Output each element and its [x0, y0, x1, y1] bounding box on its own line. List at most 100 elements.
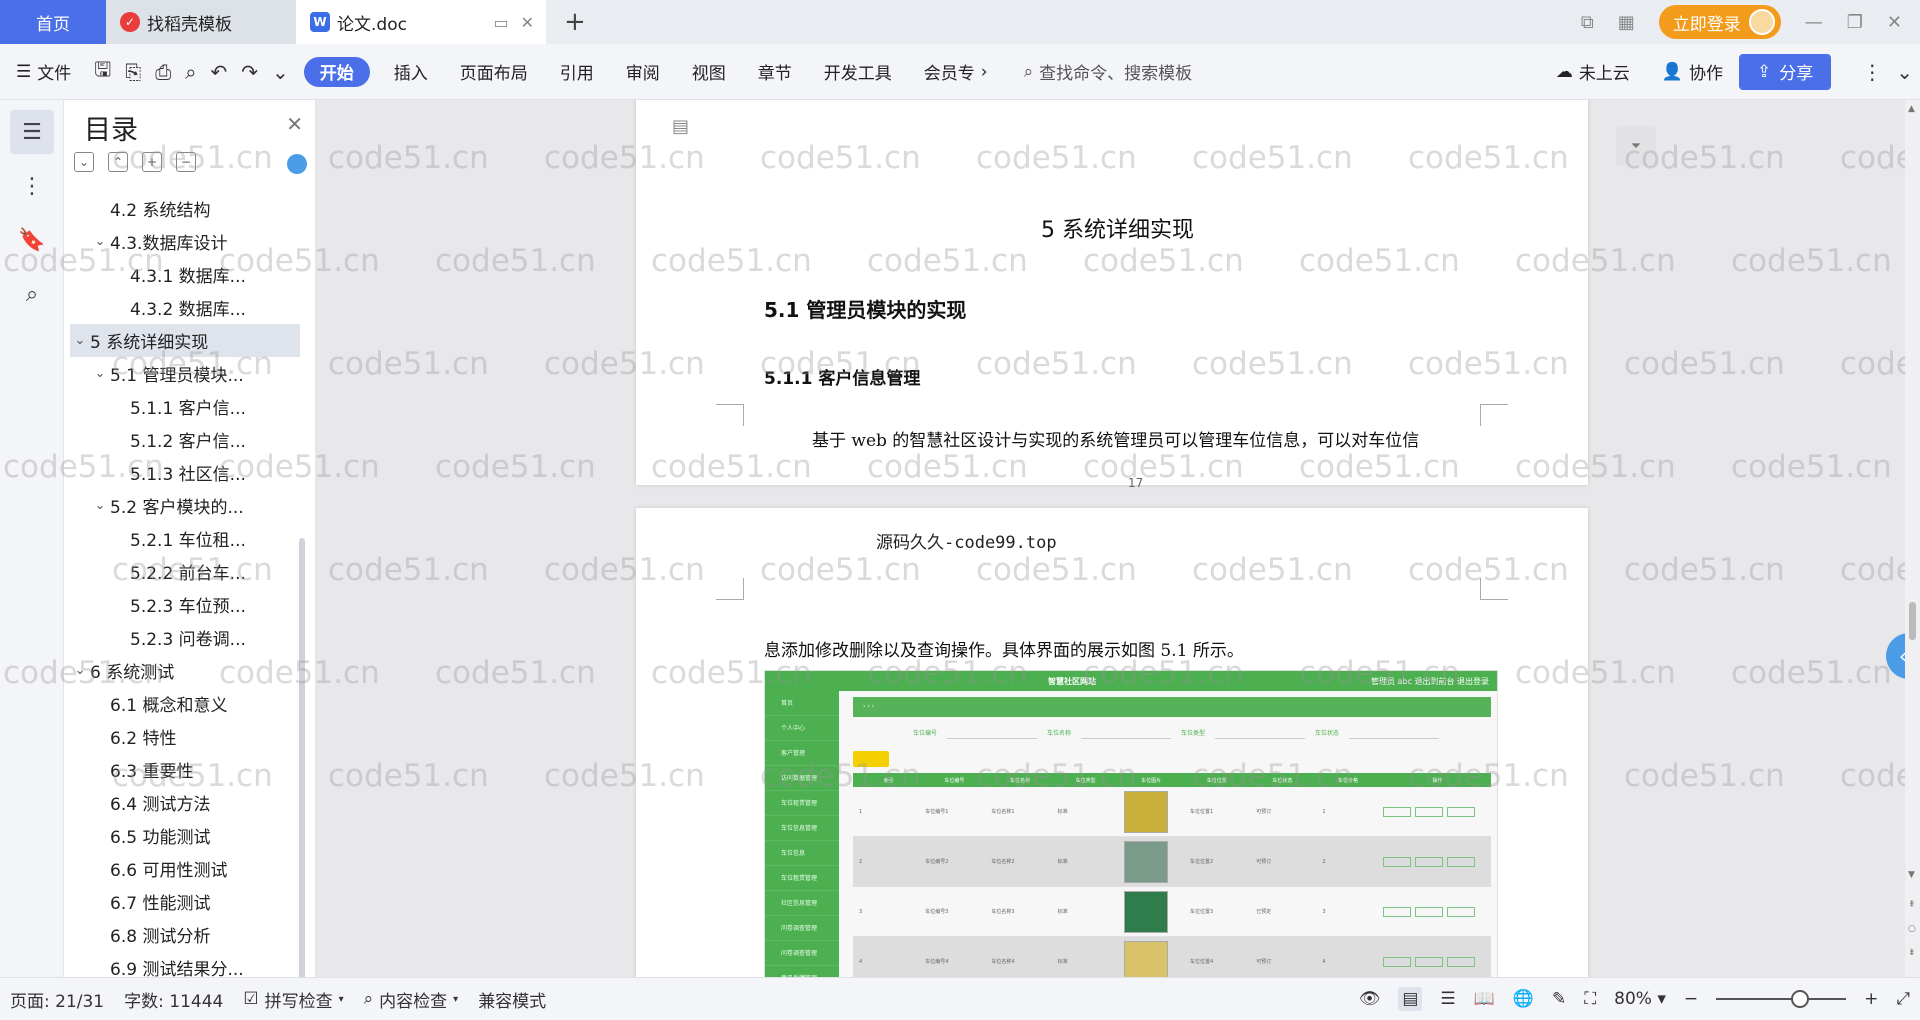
vertical-scrollbar[interactable]: ▲ ▼ ⇞ ○ ⇟	[1905, 100, 1920, 977]
outline-view-icon[interactable]: ☰	[1440, 989, 1455, 1009]
page-marker-icon[interactable]: ○	[1908, 924, 1916, 934]
close-window-icon[interactable]: ✕	[1887, 12, 1902, 33]
toc-item[interactable]: 6.4 测试方法	[70, 786, 300, 819]
zoom-level[interactable]: 80% ▾	[1614, 989, 1666, 1009]
tab-template[interactable]: ✓ 找稻壳模板	[106, 0, 296, 44]
toc-item[interactable]: ⌄ 6 系统测试	[70, 654, 300, 687]
filter-icon[interactable]: ⏷	[1616, 126, 1656, 166]
reading-view-icon[interactable]: 📖	[1474, 989, 1495, 1009]
collapse-icon[interactable]: ⌃	[108, 152, 128, 172]
more-icon[interactable]: ⋮	[1855, 60, 1889, 84]
toc-item[interactable]: 6.8 测试分析	[70, 918, 300, 951]
doc-menu-icon[interactable]: ▤	[672, 116, 689, 137]
undo-icon[interactable]: ↶	[204, 60, 235, 84]
window-pin-icon[interactable]: ▭	[493, 13, 508, 32]
toc-item[interactable]: 6.6 可用性测试	[70, 852, 300, 885]
next-page-icon[interactable]: ⇟	[1908, 948, 1916, 958]
web-view-icon[interactable]: 🌐	[1513, 989, 1534, 1009]
tab-home[interactable]: 首页	[0, 0, 106, 44]
close-tab-icon[interactable]: ✕	[521, 13, 534, 32]
write-mode-icon[interactable]: ✎	[1552, 989, 1566, 1009]
remove-heading-icon[interactable]: −	[176, 152, 196, 172]
tab-view[interactable]: 视图	[676, 54, 742, 90]
toc-panel-icon[interactable]: ☰	[10, 110, 54, 154]
tab-member[interactable]: 会员专 ›	[908, 54, 1004, 90]
print-preview-icon[interactable]: ⌕	[178, 60, 203, 84]
toc-scrollbar[interactable]	[299, 538, 305, 1018]
scroll-up-icon[interactable]: ▲	[1908, 104, 1915, 114]
file-menu[interactable]: ☰ 文件	[0, 54, 87, 90]
scroll-thumb[interactable]	[1909, 602, 1916, 640]
tab-start[interactable]: 开始	[303, 56, 370, 87]
print-icon[interactable]: ⎙	[148, 60, 178, 84]
tab-chapter[interactable]: 章节	[742, 54, 808, 90]
toc-item[interactable]: 6.2 特性	[70, 720, 300, 753]
redo-icon[interactable]: ↷	[234, 60, 265, 84]
collab-button[interactable]: 👤 协作	[1646, 54, 1739, 90]
close-icon[interactable]: ✕	[286, 112, 303, 136]
toc-item[interactable]: 4.2 系统结构	[70, 192, 300, 225]
nav-tree-icon[interactable]: ⋮	[10, 164, 54, 208]
toc-item[interactable]: 6.7 性能测试	[70, 885, 300, 918]
tab-review[interactable]: 审阅	[610, 54, 676, 90]
chevron-down-icon[interactable]: ⌄	[70, 663, 90, 678]
export-icon[interactable]: ⎘	[118, 60, 148, 84]
cloud-status[interactable]: ☁ 未上云	[1540, 54, 1646, 90]
scroll-down-icon[interactable]: ▼	[1908, 870, 1915, 880]
toc-item[interactable]: 6.3 重要性	[70, 753, 300, 786]
chevron-down-icon[interactable]: ⌄	[90, 498, 110, 513]
tab-reference[interactable]: 引用	[544, 54, 610, 90]
new-tab-button[interactable]: +	[564, 7, 586, 37]
add-heading-icon[interactable]: +	[142, 152, 162, 172]
spell-check[interactable]: ☑ 拼写检查 ▾	[233, 987, 353, 1012]
login-button[interactable]: 立即登录	[1658, 5, 1781, 39]
search-panel-icon[interactable]: ⌕	[10, 272, 54, 316]
restore-icon[interactable]: ❐	[1847, 12, 1863, 33]
tab-document[interactable]: W 论文.doc ▭ ✕	[296, 0, 546, 44]
reading-mode-icon[interactable]: ⧉	[1581, 12, 1594, 33]
zoom-slider-knob[interactable]	[1791, 990, 1810, 1008]
fit-page-icon[interactable]: ⛶	[1584, 989, 1596, 1009]
minimize-icon[interactable]: —	[1805, 12, 1823, 33]
toc-item[interactable]: 5.2.3 车位预...	[70, 588, 300, 621]
chevron-down-icon[interactable]: ⌄	[90, 366, 110, 381]
toc-item[interactable]: 5.1.3 社区信...	[70, 456, 300, 489]
toc-item[interactable]: 5.2.1 车位租...	[70, 522, 300, 555]
page-indicator[interactable]: 页面: 21/31	[0, 987, 114, 1012]
content-check[interactable]: ⌕ 内容检查 ▾	[354, 987, 469, 1012]
toc-item[interactable]: ⌄ 5 系统详细实现	[70, 324, 300, 357]
toc-item[interactable]: 6.1 概念和意义	[70, 687, 300, 720]
compat-mode[interactable]: 兼容模式	[468, 987, 556, 1012]
tab-insert[interactable]: 插入	[378, 54, 444, 90]
collapse-ribbon-icon[interactable]: ⌄	[1889, 60, 1920, 84]
toc-item[interactable]: 4.3.1 数据库...	[70, 258, 300, 291]
ai-assistant-icon[interactable]	[287, 154, 307, 174]
bookmark-icon[interactable]: 🔖	[10, 218, 54, 262]
page-view-icon[interactable]: ▤	[1398, 987, 1423, 1011]
share-button[interactable]: ⇪ 分享	[1738, 53, 1832, 90]
zoom-out-icon[interactable]: −	[1684, 989, 1698, 1009]
toc-item[interactable]: ⌄ 5.1 管理员模块...	[70, 357, 300, 390]
zoom-slider[interactable]	[1716, 990, 1847, 1008]
word-count[interactable]: 字数: 11444	[114, 987, 233, 1012]
toc-item[interactable]: 6.5 功能测试	[70, 819, 300, 852]
eye-protect-icon[interactable]: 👁	[1359, 989, 1381, 1009]
tab-devtools[interactable]: 开发工具	[808, 54, 908, 90]
more-chevron-icon[interactable]: ⌄	[265, 60, 296, 84]
save-icon[interactable]: 🖫	[87, 55, 118, 89]
toc-item[interactable]: 4.3.2 数据库...	[70, 291, 300, 324]
fullscreen-icon[interactable]: ⤢	[1896, 989, 1910, 1009]
expand-icon[interactable]: ⌄	[74, 152, 94, 172]
tab-layout[interactable]: 页面布局	[444, 54, 544, 90]
command-search[interactable]: ⌕ 查找命令、搜索模板	[1024, 59, 1193, 85]
toc-item[interactable]: 5.2.2 前台车...	[70, 555, 300, 588]
chevron-down-icon[interactable]: ⌄	[90, 234, 110, 249]
toc-item[interactable]: ⌄ 5.2 客户模块的...	[70, 489, 300, 522]
prev-page-icon[interactable]: ⇞	[1908, 900, 1916, 910]
toc-item[interactable]: 5.1.2 客户信...	[70, 423, 300, 456]
toc-item[interactable]: ⌄ 4.3.数据库设计	[70, 225, 300, 258]
zoom-in-icon[interactable]: +	[1864, 989, 1878, 1009]
toc-item[interactable]: 5.1.1 客户信...	[70, 390, 300, 423]
figure-screenshot[interactable]: 智慧社区网站 管理员 abc 退出到前台 退出登录 首页 个人中心 客户管理 访问数据…	[764, 670, 1498, 977]
toc-item[interactable]: 5.2.3 问卷调...	[70, 621, 300, 654]
